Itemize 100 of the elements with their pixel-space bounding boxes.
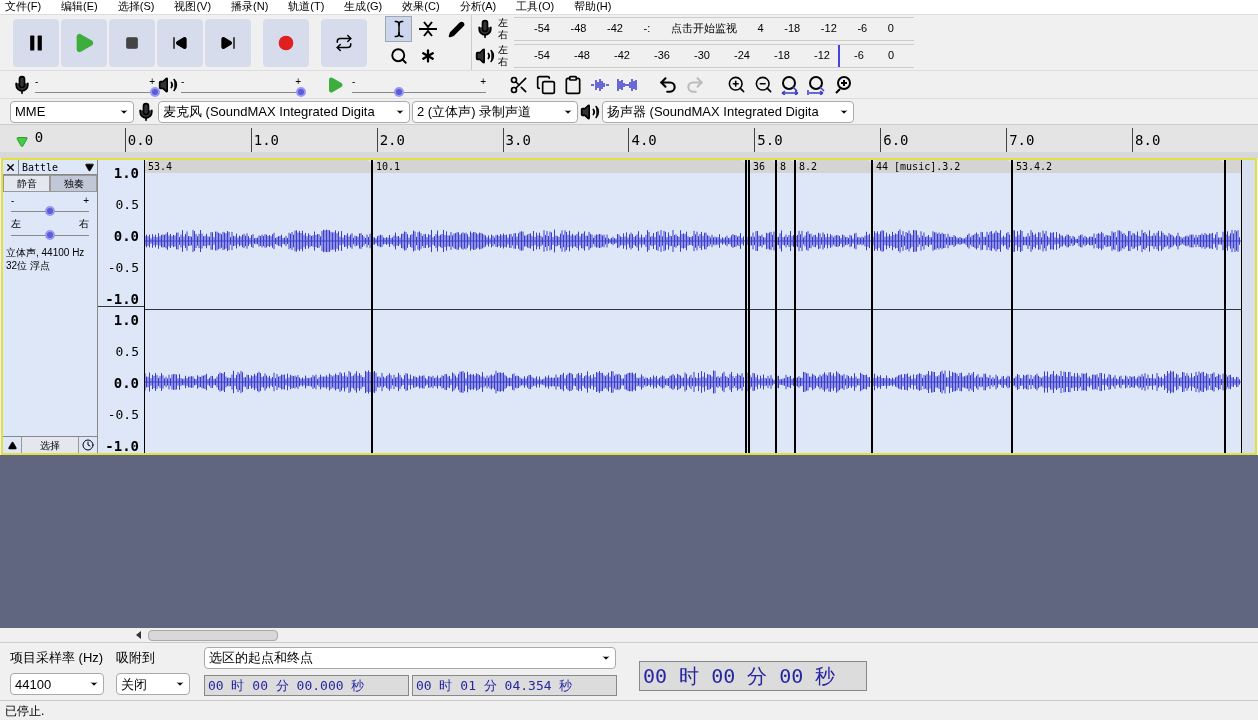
menu-item[interactable]: 选择(S) [117, 0, 155, 14]
mute-button[interactable]: 静音 [3, 175, 50, 192]
menu-item[interactable]: 编辑(E) [61, 0, 98, 14]
audio-clip[interactable]: 10.1 [372, 160, 746, 453]
stop-icon [125, 36, 139, 50]
scale-label: -0.5 [107, 260, 139, 275]
end-button[interactable] [205, 19, 251, 67]
redo-icon [685, 74, 705, 95]
waveform-drawing [1226, 229, 1241, 253]
minus-label: - [35, 76, 39, 87]
slider-thumb[interactable] [296, 86, 306, 97]
menu-item[interactable]: 帮助(H) [574, 0, 612, 14]
select-button[interactable]: 选择 [21, 437, 79, 453]
clip-name: 44 [music].3.2 [876, 161, 961, 172]
start-button[interactable] [157, 19, 203, 67]
channels-dropdown[interactable]: 2 (立体声) 录制声道 [412, 100, 578, 123]
clip-header[interactable]: 53.4 [145, 160, 371, 173]
clip-header[interactable]: 36 [750, 160, 775, 173]
meter-tick: -42 [607, 21, 623, 37]
output-device-dropdown[interactable]: 扬声器 (SoundMAX Integrated Digita [602, 100, 854, 123]
meter-tick: -24 [734, 48, 750, 64]
scroll-left-icon[interactable] [136, 631, 142, 639]
speaker-icon [580, 101, 600, 122]
channel-label: 右 [498, 28, 509, 41]
microphone-icon [12, 74, 32, 95]
stop-button[interactable] [109, 19, 155, 67]
rate-dropdown[interactable]: 44100 [10, 673, 104, 696]
dropdown-arrow-icon [85, 162, 94, 172]
time-field[interactable]: 00 时 01 分 04.354 秒 [412, 675, 617, 696]
scale-label: -0.5 [107, 407, 139, 422]
time-field[interactable]: 00 时 00 分 00.000 秒 [204, 675, 409, 696]
microphone-icon[interactable] [475, 18, 495, 39]
menu-item[interactable]: 视图(V) [174, 0, 212, 14]
menu-item[interactable]: 文件(F) [5, 0, 42, 14]
speaker-icon[interactable] [475, 45, 495, 66]
waveform-drawing [777, 230, 794, 252]
selection-mode-dropdown[interactable]: 选区的起点和终点 [204, 647, 616, 669]
audio-clip[interactable]: 44 [music].3.2 [872, 160, 1012, 453]
meter-tick: -54 [534, 21, 550, 37]
clip-header[interactable] [1226, 160, 1241, 173]
record-button[interactable] [263, 19, 309, 67]
minus-label: - [181, 76, 185, 87]
dropdown-arrow-icon [601, 653, 611, 663]
channel-label: 右 [498, 55, 509, 68]
pencil-icon [448, 20, 465, 38]
audio-clip[interactable] [1225, 160, 1242, 453]
trim-audio-icon [590, 76, 610, 93]
right-label: 右 [79, 218, 89, 230]
waveform-drawing [1226, 373, 1241, 390]
clip-name: 10.1 [376, 161, 401, 172]
clip-header[interactable]: 8.2 [796, 160, 871, 173]
clip-header[interactable]: 53.4.2 [1013, 160, 1224, 173]
scale-label: 0.5 [115, 344, 139, 359]
minus-label: - [11, 195, 15, 206]
clip-header[interactable]: 8 [777, 160, 794, 173]
scale-label: 0.0 [113, 229, 139, 243]
input-device-dropdown[interactable]: 麦克风 (SoundMAX Integrated Digita [158, 100, 410, 123]
snap-dropdown[interactable]: 关闭 [116, 673, 190, 696]
slider-thumb[interactable] [45, 230, 55, 240]
menu-item[interactable]: 效果(C) [402, 0, 440, 14]
slider-thumb[interactable] [45, 206, 55, 216]
audio-clip[interactable]: 53.4 [144, 160, 372, 453]
audio-clip[interactable]: 36 [749, 160, 776, 453]
skip-back-icon [172, 35, 188, 51]
menu-item[interactable]: 分析(A) [459, 0, 497, 14]
level-meter[interactable]: -54 -48 -42 -: 点击开始监视 4 -18 -12 -6 0 [514, 16, 914, 41]
clock-icon[interactable] [82, 439, 94, 451]
pause-button[interactable] [13, 19, 59, 67]
audio-clip[interactable]: 8 [776, 160, 795, 453]
close-icon [5, 161, 16, 173]
rate-label: 项目采样率 (Hz) [10, 648, 105, 667]
plus-label: + [480, 76, 486, 87]
clip-header[interactable]: 10.1 [373, 160, 745, 173]
menu-item[interactable]: 工具(O) [516, 0, 555, 14]
menu-item[interactable]: 轨道(T) [288, 0, 325, 14]
clip-header[interactable]: 44 [music].3.2 [873, 160, 1011, 173]
track-name-menu[interactable]: Battle [19, 160, 97, 174]
slider-thumb[interactable] [393, 86, 404, 97]
meter-tick: -36 [654, 48, 670, 64]
meter-tick: 0 [887, 21, 894, 37]
level-meter[interactable]: -54 -48 -42 -36 -30 -24 -18 -12 -6 0 [514, 43, 914, 68]
channel-label: 左 [498, 16, 509, 29]
copy-icon [536, 74, 556, 95]
position-field[interactable]: 00 时 00 分 00 秒 [639, 660, 867, 691]
solo-button[interactable]: 独奏 [50, 175, 97, 192]
host-dropdown[interactable]: MME [10, 100, 134, 123]
speaker-icon [158, 74, 178, 95]
menu-item[interactable]: 播录(N) [231, 0, 269, 14]
scale-label: 1.0 [113, 166, 139, 180]
audio-clip[interactable]: 8.2 [795, 160, 872, 453]
select-tool[interactable] [385, 16, 412, 42]
audio-clip[interactable]: 53.4.2 [1012, 160, 1225, 453]
menu-item[interactable]: 生成(G) [344, 0, 383, 14]
monitor-prompt[interactable]: 点击开始监视 [670, 20, 737, 37]
loop-button[interactable] [321, 19, 367, 67]
skip-forward-icon [220, 35, 236, 51]
scrollbar-thumb[interactable] [148, 629, 278, 641]
play-head-icon[interactable] [16, 136, 28, 148]
meter-tick: -30 [694, 48, 710, 64]
meter-tick: -54 [534, 48, 550, 64]
